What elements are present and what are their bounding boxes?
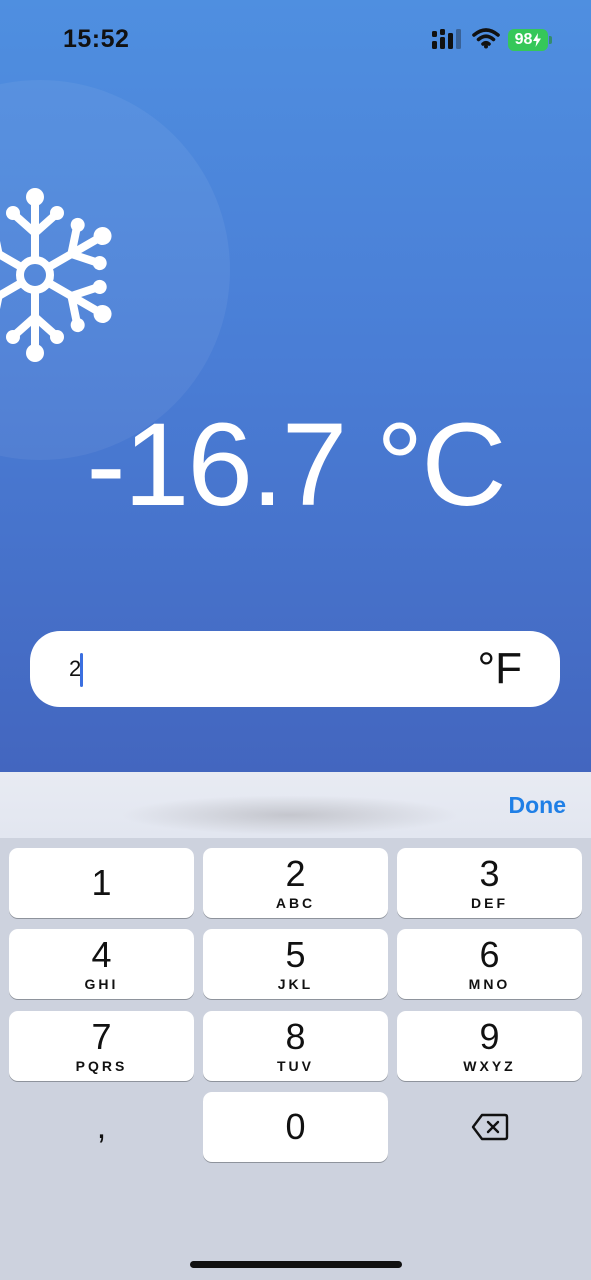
key-9[interactable]: 9 WXYZ	[397, 1011, 582, 1081]
key-digit: 7	[91, 1016, 112, 1057]
key-letters: DEF	[471, 895, 508, 911]
battery-charging-icon: 98	[508, 29, 548, 51]
input-unit-label[interactable]: °F	[478, 645, 522, 693]
key-letters: MNO	[468, 976, 511, 992]
key-digit: 3	[479, 853, 500, 894]
converter-screen: 15:52 98 -16.7 °C 2 °F	[0, 0, 591, 772]
delete-key[interactable]	[397, 1092, 582, 1162]
key-digit: 4	[91, 934, 112, 975]
battery-level: 98	[514, 31, 533, 48]
key-comma[interactable]: ,	[9, 1092, 194, 1162]
done-button[interactable]: Done	[509, 792, 567, 819]
key-1[interactable]: 1	[9, 848, 194, 918]
key-0[interactable]: 0	[203, 1092, 388, 1162]
key-4[interactable]: 4 GHI	[9, 929, 194, 999]
key-2[interactable]: 2 ABC	[203, 848, 388, 918]
key-digit: 9	[479, 1016, 500, 1057]
signal-icon	[432, 29, 461, 49]
comma-glyph: ,	[96, 1108, 107, 1146]
key-letters: JKL	[277, 976, 314, 992]
converted-temperature: -16.7 °C	[86, 399, 506, 531]
bolt-icon	[533, 33, 542, 47]
key-letters: WXYZ	[463, 1058, 516, 1074]
key-digit: 5	[285, 934, 306, 975]
key-5[interactable]: 5 JKL	[203, 929, 388, 999]
key-3[interactable]: 3 DEF	[397, 848, 582, 918]
battery-cap	[549, 36, 552, 44]
key-digit: 1	[91, 862, 112, 903]
key-digit: 6	[479, 934, 500, 975]
key-letters: ABC	[275, 895, 316, 911]
key-7[interactable]: 7 PQRS	[9, 1011, 194, 1081]
key-digit: 2	[285, 853, 306, 894]
key-letters: GHI	[84, 976, 119, 992]
snowflake-icon	[0, 188, 125, 362]
key-digit: 8	[285, 1016, 306, 1057]
key-8[interactable]: 8 TUV	[203, 1011, 388, 1081]
numeric-keypad: 1 2 ABC 3 DEF 4 GHI 5 JKL 6 MNO 7 PQRS 8…	[0, 838, 591, 1280]
status-time: 15:52	[63, 25, 130, 53]
temperature-input-field[interactable]: 2 °F	[30, 631, 560, 707]
wifi-icon	[472, 28, 500, 49]
key-letters: PQRS	[75, 1058, 128, 1074]
key-digit: 0	[285, 1106, 306, 1147]
backspace-icon	[471, 1113, 508, 1141]
status-bar: 15:52 98	[0, 0, 591, 80]
key-letters: TUV	[277, 1058, 314, 1074]
key-6[interactable]: 6 MNO	[397, 929, 582, 999]
toolbar-shadow	[120, 795, 460, 835]
text-caret	[80, 653, 83, 687]
home-indicator	[190, 1261, 402, 1268]
